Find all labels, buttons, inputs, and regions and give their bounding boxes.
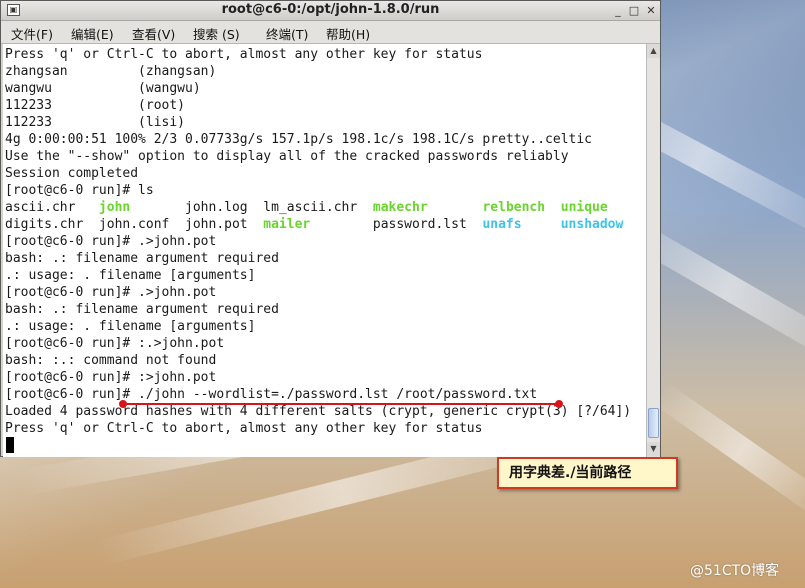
annotation-underline [122,403,562,405]
terminal-text-segment: unafs [482,217,522,232]
terminal-text-segment: [root@c6-0 run]# :>john.pot [5,370,217,385]
text-cursor [6,437,14,453]
terminal-line: 112233 (root) [5,97,185,114]
terminal-line: ascii.chr john john.log lm_ascii.chr mak… [5,199,608,216]
terminal-text-segment: mailer [263,217,311,232]
menu-search[interactable]: 搜索 (S) [193,24,240,43]
terminal-line: 112233 (lisi) [5,114,185,131]
terminal-text-segment: [root@c6-0 run]# ./john --wordlist=./pas… [5,387,538,402]
terminal-line: [root@c6-0 run]# :.>john.pot [5,335,224,352]
terminal-text-segment: john.log lm_ascii.chr [130,200,373,215]
terminal-text-segment: unshadow [560,217,624,232]
vertical-scrollbar[interactable]: ▲ ▼ [646,44,660,457]
terminal-text-segment: Session completed [5,166,139,181]
terminal-text-segment: [root@c6-0 run]# :.>john.pot [5,336,225,351]
terminal-text-segment: zhangsan (zhangsan) [5,64,217,79]
terminal-line: [root@c6-0 run]# ls [5,182,154,199]
terminal-text-segment: 112233 (lisi) [5,115,186,130]
terminal-text-segment: password.lst [310,217,483,232]
terminal-line: Session completed [5,165,138,182]
annotation-callout: 用字典差./当前路径 [497,457,678,489]
terminal-line: .: usage: . filename [arguments] [5,318,255,335]
terminal-line: bash: .: filename argument required [5,301,279,318]
scrollbar-thumb[interactable] [648,408,659,438]
watermark: @51CTO博客 [690,563,780,579]
terminal-line: [root@c6-0 run]# .>john.pot [5,233,216,250]
annotation-end-dot [555,400,563,408]
terminal-line: bash: :.: command not found [5,352,216,369]
terminal-text-segment: relbench [482,200,546,215]
terminal-text-segment: 112233 (root) [5,98,186,113]
maximize-button[interactable]: □ [625,3,643,19]
menu-bar: 文件(F) 编辑(E) 查看(V) 搜索 (S) 终端(T) 帮助(H) [1,21,660,44]
terminal-text-segment: 4g 0:00:00:51 100% 2/3 0.07733g/s 157.1p… [5,132,592,147]
terminal-line: Press 'q' or Ctrl-C to abort, almost any… [5,46,482,63]
terminal-text-segment: john [98,200,131,215]
menu-file[interactable]: 文件(F) [11,24,53,43]
terminal-text-segment: Use the "--show" option to display all o… [5,149,569,164]
terminal-line: Press 'q' or Ctrl-C to abort, almost any… [5,420,482,437]
menu-view[interactable]: 查看(V) [132,24,175,43]
terminal-line: zhangsan (zhangsan) [5,63,216,80]
terminal-line: Loaded 4 password hashes with 4 differen… [5,403,631,420]
terminal-text-segment: bash: .: filename argument required [5,302,279,317]
terminal-text-segment: [root@c6-0 run]# .>john.pot [5,234,217,249]
scroll-down-icon[interactable]: ▼ [647,442,660,456]
terminal-text-segment: .: usage: . filename [arguments] [5,268,256,283]
terminal-line: wangwu (wangwu) [5,80,201,97]
terminal-text-segment: makechr [372,200,428,215]
terminal-text-segment: bash: .: filename argument required [5,251,279,266]
menu-edit[interactable]: 编辑(E) [71,24,114,43]
terminal-line: digits.chr john.conf john.pot mailer pas… [5,216,623,233]
terminal-text-segment: unique [560,200,608,215]
title-bar[interactable]: ▣ root@c6-0:/opt/john-1.8.0/run _ □ ✕ [1,1,660,21]
terminal-text-segment: [root@c6-0 run]# ls [5,183,154,198]
terminal-text-segment: ascii.chr [5,200,99,215]
terminal-text-segment: Loaded 4 password hashes with 4 differen… [5,404,632,419]
window-title: root@c6-0:/opt/john-1.8.0/run [221,2,440,17]
terminal-text-segment: .: usage: . filename [arguments] [5,319,256,334]
menu-terminal[interactable]: 终端(T) [266,24,308,43]
terminal-line: [root@c6-0 run]# :>john.pot [5,369,216,386]
annotation-start-dot [119,400,127,408]
terminal-line: .: usage: . filename [arguments] [5,267,255,284]
terminal-text-segment: Press 'q' or Ctrl-C to abort, almost any… [5,47,483,62]
terminal-line: Use the "--show" option to display all o… [5,148,569,165]
terminal-line: bash: .: filename argument required [5,250,279,267]
scroll-up-icon[interactable]: ▲ [647,44,660,58]
terminal-window: ▣ root@c6-0:/opt/john-1.8.0/run _ □ ✕ 文件… [0,0,661,457]
menu-help[interactable]: 帮助(H) [326,24,370,43]
terminal-text-segment: [root@c6-0 run]# .>john.pot [5,285,217,300]
terminal-output[interactable]: Press 'q' or Ctrl-C to abort, almost any… [3,44,646,457]
terminal-line: [root@c6-0 run]# ./john --wordlist=./pas… [5,386,537,403]
terminal-text-segment: digits.chr john.conf john.pot [5,217,264,232]
terminal-text-segment: Press 'q' or Ctrl-C to abort, almost any… [5,421,483,436]
terminal-line: [root@c6-0 run]# .>john.pot [5,284,216,301]
terminal-text-segment: bash: :.: command not found [5,353,217,368]
terminal-text-segment: wangwu (wangwu) [5,81,201,96]
close-button[interactable]: ✕ [642,3,660,19]
terminal-line: 4g 0:00:00:51 100% 2/3 0.07733g/s 157.1p… [5,131,592,148]
